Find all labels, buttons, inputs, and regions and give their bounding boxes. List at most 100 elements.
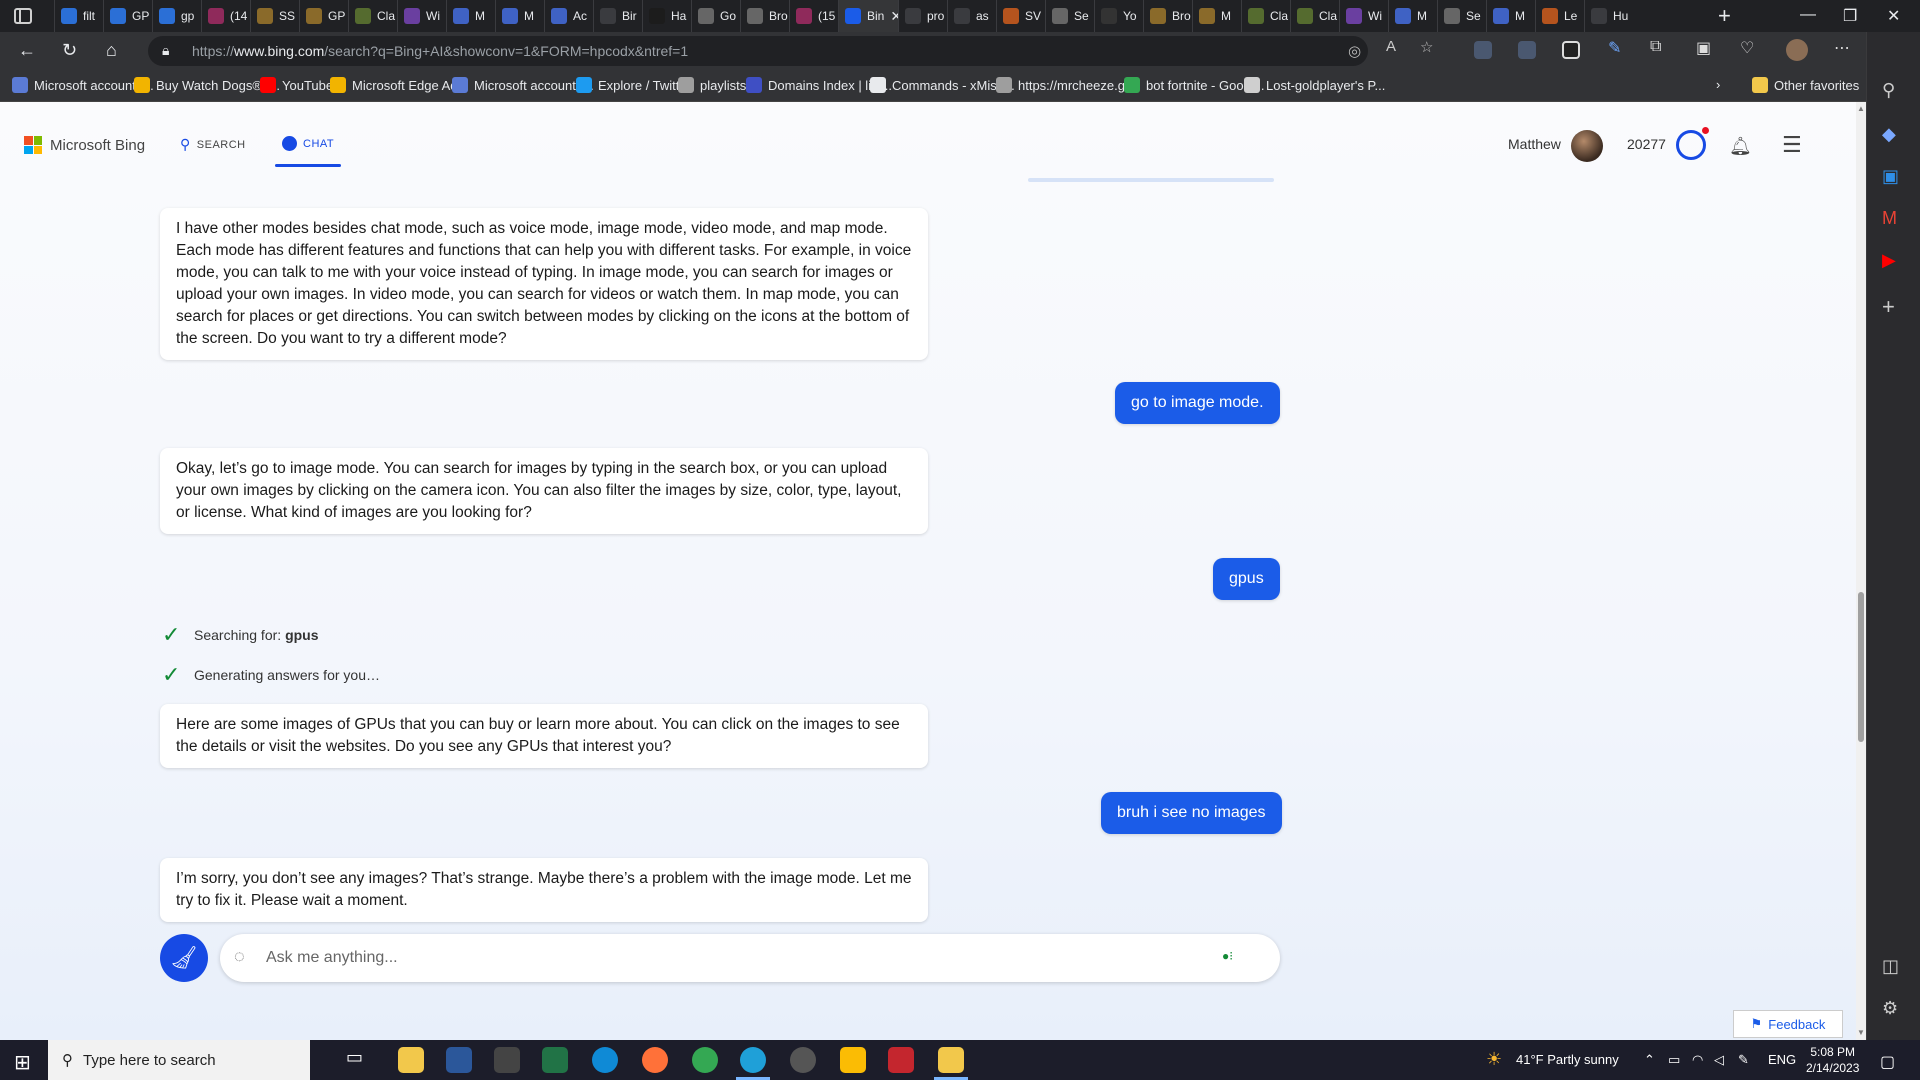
notifications-bell-icon[interactable]: 🔔︎	[1729, 136, 1752, 157]
profile-avatar[interactable]	[1786, 39, 1808, 61]
back-icon[interactable]: ←	[18, 40, 36, 61]
scroll-up-icon[interactable]: ▲	[1857, 104, 1865, 113]
sidebar-add-icon[interactable]: +	[1882, 294, 1906, 319]
volume-icon[interactable]: ◁	[1714, 1052, 1724, 1068]
sidebar-settings-icon[interactable]: ⚙	[1882, 998, 1906, 1022]
taskbar-search[interactable]: ⚲ Type here to search	[48, 1040, 310, 1080]
store-icon[interactable]	[494, 1047, 520, 1073]
favorite-item[interactable]: YouTube	[260, 77, 333, 93]
chat-input-box[interactable]: ◌ ●⁝	[220, 934, 1280, 982]
google-drive-icon[interactable]	[840, 1047, 866, 1073]
word-icon[interactable]	[446, 1047, 472, 1073]
chat-input[interactable]	[266, 942, 1166, 974]
browser-tab[interactable]: M	[1388, 0, 1437, 32]
other-favorites[interactable]: Other favorites	[1752, 77, 1859, 93]
browser-tab[interactable]: SV	[996, 0, 1045, 32]
home-icon[interactable]: ⌂	[106, 40, 117, 61]
bing-logo[interactable]: Microsoft Bing	[24, 136, 145, 154]
scroll-down-icon[interactable]: ▼	[1857, 1028, 1865, 1037]
tab-search[interactable]: ⚲ SEARCH	[180, 136, 246, 153]
favorite-item[interactable]: Lost-goldplayer's P...	[1244, 77, 1385, 93]
battery-icon[interactable]: ▭	[1668, 1052, 1680, 1068]
browser-tab[interactable]: M	[1192, 0, 1241, 32]
browser-tab[interactable]: Bin ✕	[838, 0, 898, 32]
minimize-icon[interactable]: —	[1800, 6, 1816, 24]
extension-box-icon[interactable]	[1562, 41, 1580, 59]
rewards-points[interactable]: 20277	[1627, 136, 1666, 152]
browser-tab[interactable]: GP	[299, 0, 348, 32]
browser-tab[interactable]: Cla	[1241, 0, 1290, 32]
browser-tab[interactable]: Go	[691, 0, 740, 32]
wifi-icon[interactable]: ◠	[1692, 1052, 1703, 1068]
tab-chat[interactable]: CHAT	[282, 136, 334, 151]
browser-tab[interactable]: Yo	[1094, 0, 1143, 32]
favorite-item[interactable]: Microsoft account |...	[452, 77, 594, 93]
scrollbar-thumb[interactable]	[1858, 592, 1864, 742]
user-avatar[interactable]	[1571, 130, 1603, 162]
refresh-icon[interactable]: ↻	[62, 40, 77, 61]
new-topic-button[interactable]: 🧹︎	[160, 934, 208, 982]
browser-tab[interactable]: GP	[103, 0, 152, 32]
browser-tab[interactable]: (14	[201, 0, 250, 32]
user-name[interactable]: Matthew	[1508, 136, 1561, 152]
favorite-item[interactable]: Buy Watch Dogs®2...	[134, 77, 280, 93]
language-indicator[interactable]: ENG	[1768, 1052, 1796, 1067]
extensions-puzzle-icon[interactable]: ⧉	[1650, 38, 1661, 56]
location-icon[interactable]: ◎	[1348, 42, 1361, 60]
browser-tab[interactable]: Se	[1437, 0, 1486, 32]
close-window-icon[interactable]: ✕	[1887, 6, 1900, 26]
edge-icon[interactable]	[592, 1047, 618, 1073]
favorite-item[interactable]: Microsoft Edge Ad...	[330, 77, 468, 93]
system-clock[interactable]: 5:08 PM 2/14/2023	[1806, 1044, 1859, 1076]
browser-tab[interactable]: Wi	[397, 0, 446, 32]
browser-tab[interactable]: Bir	[593, 0, 642, 32]
url-text[interactable]: https://www.bing.com/search?q=Bing+AI&sh…	[192, 43, 688, 59]
browser-tab[interactable]: Bro	[740, 0, 789, 32]
extension-shield-icon[interactable]	[1474, 41, 1492, 59]
favorite-item[interactable]: playlists	[678, 77, 746, 93]
edge-canary-icon[interactable]	[736, 1047, 770, 1080]
sidebar-search-icon[interactable]: ⚲	[1882, 80, 1906, 104]
extension-ublock-icon[interactable]	[1518, 41, 1536, 59]
browser-tab[interactable]: Cla	[1290, 0, 1339, 32]
tray-chevron-icon[interactable]: ⌃	[1644, 1052, 1655, 1068]
browser-tab[interactable]: M	[446, 0, 495, 32]
sidebar-discover-icon[interactable]: ◆	[1882, 124, 1906, 148]
browser-tab[interactable]: gp	[152, 0, 201, 32]
browser-tab[interactable]: Se	[1045, 0, 1094, 32]
favorite-star-icon[interactable]: ☆	[1420, 38, 1433, 56]
browser-tab[interactable]: SS	[250, 0, 299, 32]
excel-icon[interactable]	[542, 1047, 568, 1073]
more-options-icon[interactable]: ⋯	[1834, 38, 1850, 58]
folder-app-icon[interactable]	[934, 1047, 968, 1080]
browser-tab[interactable]: filt	[54, 0, 103, 32]
close-tab-icon[interactable]: ✕	[890, 8, 898, 25]
feedback-button[interactable]: ⚑ Feedback	[1733, 1010, 1843, 1038]
weather-text[interactable]: 41°F Partly sunny	[1516, 1052, 1619, 1067]
favorite-item[interactable]: https://mrcheeze.gi...	[996, 77, 1139, 93]
workspaces-icon[interactable]	[14, 8, 32, 24]
browser-essentials-icon[interactable]: ♡	[1740, 38, 1754, 58]
browser-tab[interactable]: Cla	[348, 0, 397, 32]
task-view-icon[interactable]: ▭	[346, 1047, 372, 1073]
favorite-item[interactable]: Commands - xMistt...	[870, 77, 1015, 93]
page-scrollbar[interactable]: ▲ ▼	[1856, 102, 1866, 1040]
browser-tab[interactable]: Ac	[544, 0, 593, 32]
pen-icon[interactable]: ✎	[1738, 1052, 1749, 1068]
favorite-item[interactable]: Explore / Twitter	[576, 77, 691, 93]
browser-tab[interactable]: Ha	[642, 0, 691, 32]
file-explorer-icon[interactable]	[398, 1047, 424, 1073]
browser-tab[interactable]: M	[495, 0, 544, 32]
browser-tab[interactable]: pro	[898, 0, 947, 32]
sidebar-gmail-icon[interactable]: M	[1882, 208, 1906, 232]
browser-tab[interactable]: as	[947, 0, 996, 32]
new-tab-button[interactable]: +	[1718, 3, 1731, 29]
address-bar[interactable]: 🔒︎ https://www.bing.com/search?q=Bing+AI…	[148, 36, 1368, 66]
browser-tab[interactable]: Le	[1535, 0, 1584, 32]
browser-tab[interactable]: Bro	[1143, 0, 1192, 32]
browser-tab[interactable]: Wi	[1339, 0, 1388, 32]
notification-center-icon[interactable]: ▢	[1880, 1052, 1895, 1072]
extension-pen-icon[interactable]: ✎	[1608, 38, 1621, 58]
hamburger-menu-icon[interactable]: ☰	[1782, 132, 1802, 158]
collections-icon[interactable]: ▣	[1696, 38, 1711, 58]
